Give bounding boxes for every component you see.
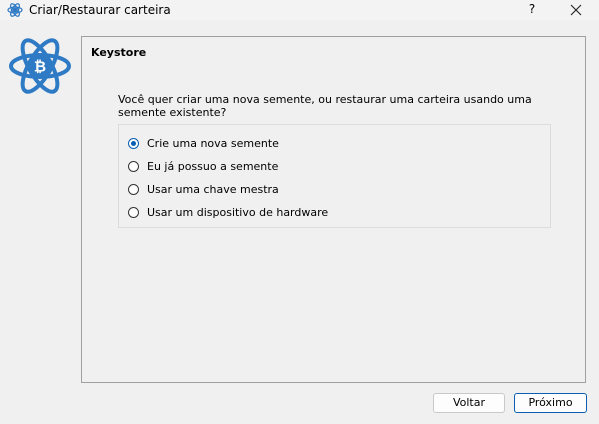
option-hardware-device[interactable]: Usar um dispositivo de hardware: [128, 204, 328, 220]
option-label: Usar uma chave mestra: [147, 182, 279, 196]
option-label: Crie uma nova semente: [147, 136, 279, 150]
radio-button-checked[interactable]: [128, 137, 139, 149]
keystore-options-group: Crie uma nova semente Eu já possuo a sem…: [118, 124, 551, 228]
radio-button[interactable]: [128, 160, 139, 172]
option-label: Eu já possuo a semente: [147, 159, 279, 173]
option-have-seed[interactable]: Eu já possuo a semente: [128, 158, 278, 174]
close-button[interactable]: [561, 0, 591, 20]
help-button[interactable]: ?: [518, 0, 546, 20]
radio-button[interactable]: [128, 206, 139, 218]
option-label: Usar um dispositivo de hardware: [147, 205, 329, 219]
svg-text:₿: ₿: [34, 58, 46, 76]
panel-title: Keystore: [91, 46, 147, 59]
keystore-question: Você quer criar uma nova semente, ou res…: [118, 93, 532, 119]
electrum-logo-icon: ₿: [8, 37, 72, 95]
option-master-key[interactable]: Usar uma chave mestra: [128, 181, 279, 197]
title-bar: Criar/Restaurar carteira ?: [0, 0, 599, 20]
radio-button[interactable]: [128, 183, 139, 195]
window-title: Criar/Restaurar carteira: [29, 3, 171, 17]
wallet-wizard-window: Criar/Restaurar carteira ? ₿ Keystore Vo…: [0, 0, 599, 424]
keystore-panel: Keystore Você quer criar uma nova sement…: [81, 36, 586, 383]
next-button[interactable]: Próximo: [514, 393, 587, 413]
back-button[interactable]: Voltar: [433, 393, 505, 413]
electrum-bitcoin-icon: [7, 2, 23, 18]
close-icon: [570, 4, 582, 19]
option-create-new-seed[interactable]: Crie uma nova semente: [128, 135, 279, 151]
